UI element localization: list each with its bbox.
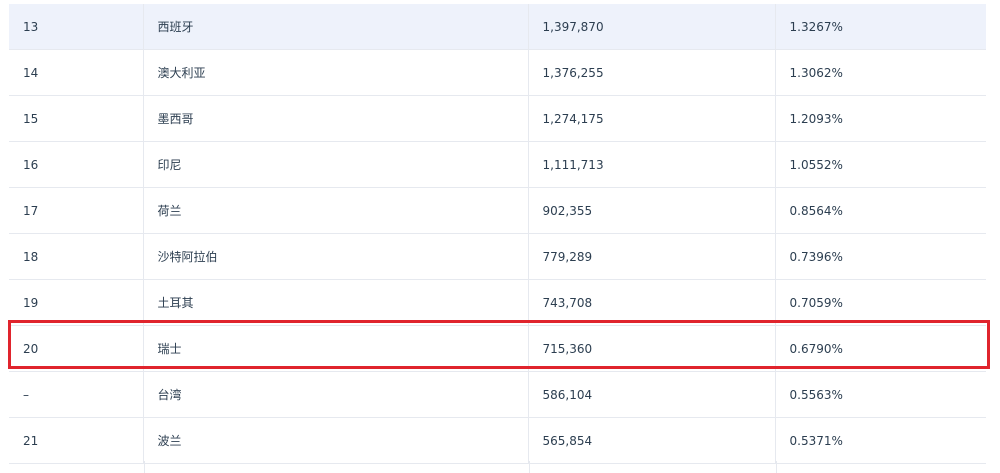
share-cell: 0.7059% <box>775 279 986 326</box>
rank-cell: 21 <box>9 417 144 464</box>
table-row: 19 土耳其 743,708 0.7059% <box>9 279 986 326</box>
share-cell: 1.3267% <box>775 4 986 50</box>
column-divider <box>10 461 145 473</box>
country-cell: 沙特阿拉伯 <box>143 233 529 280</box>
value-cell: 586,104 <box>528 371 776 418</box>
share-cell: 0.5371% <box>775 417 986 464</box>
share-cell: 1.3062% <box>775 49 986 96</box>
table-row: 21 波兰 565,854 0.5371% <box>9 417 986 464</box>
table-row: 16 印尼 1,111,713 1.0552% <box>9 141 986 188</box>
table-row: – 台湾 586,104 0.5563% <box>9 371 986 418</box>
rank-cell: 14 <box>9 49 144 96</box>
table-row: 14 澳大利亚 1,376,255 1.3062% <box>9 49 986 96</box>
value-cell: 743,708 <box>528 279 776 326</box>
value-cell: 565,854 <box>528 417 776 464</box>
table-row-partial <box>9 461 987 473</box>
rank-cell: 15 <box>9 95 144 142</box>
rank-cell: 18 <box>9 233 144 280</box>
country-cell: 西班牙 <box>143 4 529 50</box>
column-divider <box>529 461 777 473</box>
ranking-table: 13 西班牙 1,397,870 1.3267% 14 澳大利亚 1,376,2… <box>9 4 986 464</box>
country-cell: 波兰 <box>143 417 529 464</box>
rank-cell: 20 <box>9 325 144 372</box>
country-cell: 墨西哥 <box>143 95 529 142</box>
country-cell: 台湾 <box>143 371 529 418</box>
value-cell: 1,274,175 <box>528 95 776 142</box>
value-cell: 1,111,713 <box>528 141 776 188</box>
value-cell: 1,376,255 <box>528 49 776 96</box>
rank-cell: – <box>9 371 144 418</box>
share-cell: 0.5563% <box>775 371 986 418</box>
table-row: 18 沙特阿拉伯 779,289 0.7396% <box>9 233 986 280</box>
table-row: 17 荷兰 902,355 0.8564% <box>9 187 986 234</box>
country-cell: 土耳其 <box>143 279 529 326</box>
share-cell: 1.2093% <box>775 95 986 142</box>
country-cell: 瑞士 <box>143 325 529 372</box>
table-row: 15 墨西哥 1,274,175 1.2093% <box>9 95 986 142</box>
rank-cell: 13 <box>9 4 144 50</box>
rank-cell: 16 <box>9 141 144 188</box>
rank-cell: 17 <box>9 187 144 234</box>
table-row: 13 西班牙 1,397,870 1.3267% <box>9 4 986 50</box>
rank-cell: 19 <box>9 279 144 326</box>
share-cell: 0.6790% <box>775 325 986 372</box>
value-cell: 902,355 <box>528 187 776 234</box>
value-cell: 715,360 <box>528 325 776 372</box>
country-cell: 印尼 <box>143 141 529 188</box>
share-cell: 1.0552% <box>775 141 986 188</box>
ranking-table-container: 13 西班牙 1,397,870 1.3267% 14 澳大利亚 1,376,2… <box>9 4 986 464</box>
share-cell: 0.8564% <box>775 187 986 234</box>
table-row-highlighted: 20 瑞士 715,360 0.6790% <box>9 325 986 372</box>
column-divider <box>144 461 530 473</box>
share-cell: 0.7396% <box>775 233 986 280</box>
country-cell: 荷兰 <box>143 187 529 234</box>
value-cell: 779,289 <box>528 233 776 280</box>
value-cell: 1,397,870 <box>528 4 776 50</box>
country-cell: 澳大利亚 <box>143 49 529 96</box>
